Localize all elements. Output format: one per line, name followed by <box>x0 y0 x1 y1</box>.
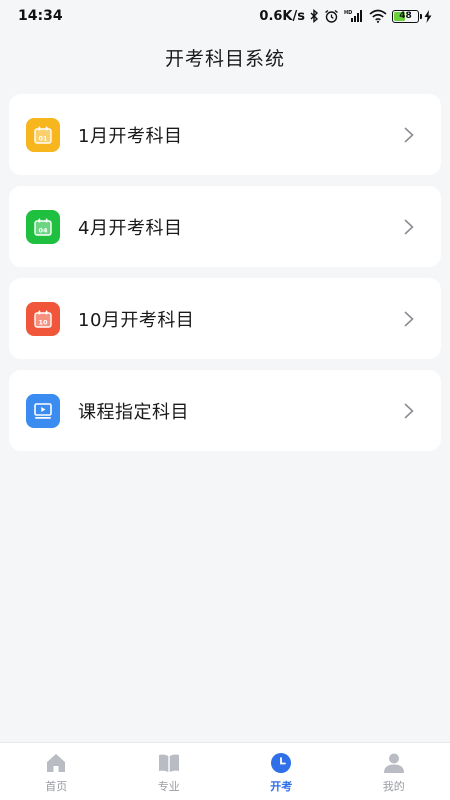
status-time: 14:34 <box>18 8 63 24</box>
bottom-tab-bar: 首页 专业 开考 我的 <box>0 742 450 800</box>
clock-icon <box>269 751 293 775</box>
calendar-04-icon-text: 04 <box>38 226 48 234</box>
tab-label: 开考 <box>270 780 293 793</box>
chevron-right-icon <box>404 218 414 235</box>
battery-level: 48 <box>399 10 412 21</box>
calendar-10-icon-text: 10 <box>38 318 48 326</box>
bluetooth-icon <box>310 9 319 23</box>
battery-icon: 48 <box>392 9 422 23</box>
card-label: 4月开考科目 <box>78 217 183 239</box>
tab-exams[interactable]: 开考 <box>225 743 338 800</box>
hd-signal-icon: HD <box>344 9 364 23</box>
tab-label: 首页 <box>45 780 68 793</box>
tab-label: 我的 <box>382 780 405 793</box>
card-label: 课程指定科目 <box>78 401 189 423</box>
tab-major[interactable]: 专业 <box>113 743 226 800</box>
wifi-icon <box>369 9 387 23</box>
card-april-exams[interactable]: 04 4月开考科目 <box>9 186 441 267</box>
svg-text:HD: HD <box>344 10 352 16</box>
tab-mine[interactable]: 我的 <box>338 743 450 800</box>
app-screen: 14:34 0.6K/s HD 48 开考科目系统 01 1月开考科目 04 4… <box>0 0 450 800</box>
network-speed: 0.6K/s <box>259 8 305 24</box>
tab-home[interactable]: 首页 <box>0 743 113 800</box>
calendar-01-icon-text: 01 <box>38 134 48 142</box>
calendar-04-icon: 04 <box>26 209 60 244</box>
calendar-01-icon: 01 <box>26 117 60 152</box>
calendar-10-icon: 10 <box>26 301 60 336</box>
book-icon <box>157 751 181 775</box>
alarm-icon <box>324 9 339 24</box>
chevron-right-icon <box>404 402 414 419</box>
exam-category-list: 01 1月开考科目 04 4月开考科目 10 10月开考科目 课程指定科目 <box>9 94 441 462</box>
tab-label: 专业 <box>157 780 180 793</box>
card-october-exams[interactable]: 10 10月开考科目 <box>9 278 441 359</box>
status-bar: 14:34 0.6K/s HD 48 <box>0 0 450 32</box>
page-title: 开考科目系统 <box>164 48 285 70</box>
charging-icon <box>424 9 432 23</box>
card-course-designated-exams[interactable]: 课程指定科目 <box>9 370 441 451</box>
card-label: 10月开考科目 <box>78 309 195 331</box>
home-icon <box>44 751 68 775</box>
video-play-icon <box>26 393 60 428</box>
status-icons: 0.6K/s HD 48 <box>259 9 432 24</box>
chevron-right-icon <box>404 126 414 143</box>
chevron-right-icon <box>404 310 414 327</box>
card-label: 1月开考科目 <box>78 125 183 147</box>
card-january-exams[interactable]: 01 1月开考科目 <box>9 94 441 175</box>
user-icon <box>382 751 406 775</box>
